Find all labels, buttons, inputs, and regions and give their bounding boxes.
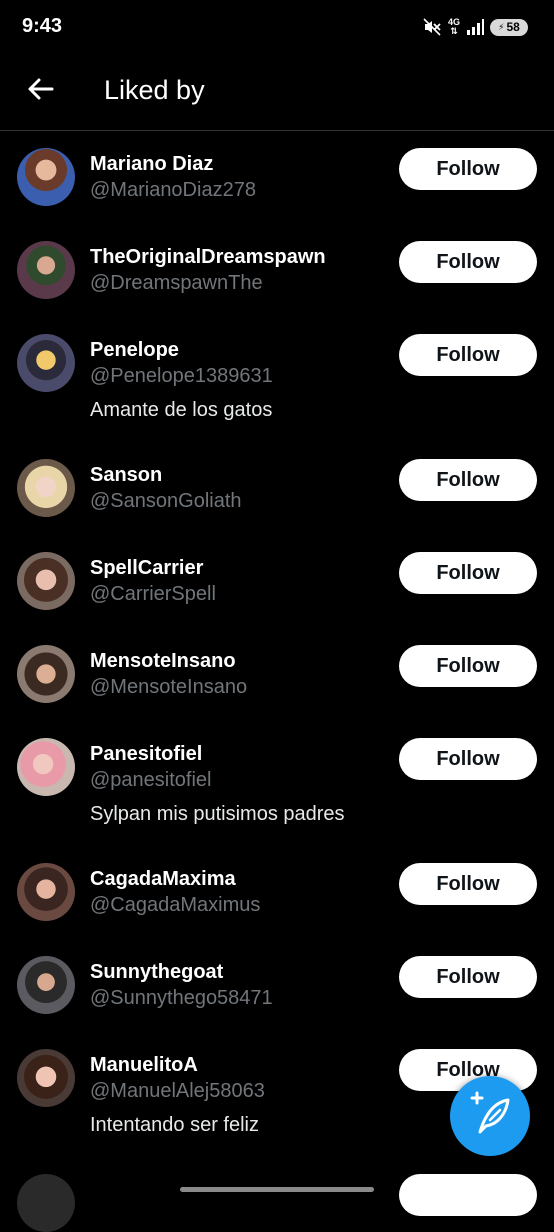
system-icons: 4G ⇅ ⚡ 58 bbox=[422, 14, 528, 40]
avatar[interactable] bbox=[17, 738, 75, 796]
avatar[interactable] bbox=[17, 1049, 75, 1107]
follow-button[interactable]: Follow bbox=[399, 863, 537, 905]
follow-button[interactable]: Follow bbox=[399, 334, 537, 376]
user-name[interactable]: Panesitofiel bbox=[90, 743, 202, 766]
follow-button[interactable]: Follow bbox=[399, 459, 537, 501]
compose-post-icon bbox=[470, 1091, 510, 1134]
user-name[interactable]: CagadaMaxima bbox=[90, 868, 236, 891]
compose-post-button[interactable] bbox=[450, 1076, 530, 1156]
avatar[interactable] bbox=[17, 241, 75, 299]
user-bio: Sylpan mis putisimos padres bbox=[90, 803, 345, 825]
user-name[interactable]: Sunnythegoat bbox=[90, 961, 223, 984]
arrow-left-icon[interactable] bbox=[24, 72, 58, 106]
user-handle: @SansonGoliath bbox=[90, 490, 242, 512]
user-name[interactable]: Penelope bbox=[90, 339, 179, 362]
follow-button[interactable]: Follow bbox=[399, 552, 537, 594]
top-app-bar: Liked by bbox=[0, 52, 554, 131]
user-handle: @panesitofiel bbox=[90, 769, 212, 791]
user-handle: @MarianoDiaz278 bbox=[90, 179, 256, 201]
avatar[interactable] bbox=[17, 956, 75, 1014]
follow-button[interactable]: Follow bbox=[399, 738, 537, 780]
avatar[interactable] bbox=[17, 863, 75, 921]
user-handle: @CagadaMaximus bbox=[90, 894, 261, 916]
follow-button[interactable]: Follow bbox=[399, 148, 537, 190]
user-name[interactable]: SpellCarrier bbox=[90, 557, 203, 580]
mute-icon bbox=[423, 18, 441, 36]
status-time: 9:43 bbox=[22, 15, 63, 37]
battery-level: 58 bbox=[506, 20, 520, 34]
user-name[interactable]: ManuelitoA bbox=[90, 1054, 198, 1077]
status-bar: 9:43 4G ⇅ ⚡ 58 bbox=[0, 0, 554, 52]
avatar[interactable] bbox=[17, 645, 75, 703]
avatar[interactable] bbox=[17, 334, 75, 392]
home-indicator[interactable] bbox=[180, 1187, 374, 1192]
user-handle: @ManuelAlej58063 bbox=[90, 1080, 265, 1102]
network-icon: 4G ⇅ bbox=[447, 17, 460, 36]
signal-icon bbox=[467, 19, 484, 35]
user-name[interactable]: MensoteInsano bbox=[90, 650, 236, 673]
user-handle: @Penelope1389631 bbox=[90, 365, 273, 387]
follow-button-partial[interactable] bbox=[399, 1174, 537, 1216]
follow-button[interactable]: Follow bbox=[399, 241, 537, 283]
user-name[interactable]: TheOriginalDreamspawn bbox=[90, 246, 326, 269]
user-handle: @CarrierSpell bbox=[90, 583, 216, 605]
avatar[interactable] bbox=[17, 1174, 75, 1232]
battery-icon: ⚡ 58 bbox=[490, 18, 528, 36]
avatar[interactable] bbox=[17, 552, 75, 610]
user-name[interactable]: Sanson bbox=[90, 464, 162, 487]
user-name[interactable]: Mariano Diaz bbox=[90, 153, 213, 176]
follow-button[interactable]: Follow bbox=[399, 645, 537, 687]
follow-button[interactable]: Follow bbox=[399, 956, 537, 998]
user-handle: @Sunnythego58471 bbox=[90, 987, 273, 1009]
user-handle: @MensoteInsano bbox=[90, 676, 248, 698]
avatar[interactable] bbox=[17, 148, 75, 206]
user-bio: Intentando ser feliz bbox=[90, 1114, 259, 1136]
page-title: Liked by bbox=[104, 75, 205, 105]
user-bio: Amante de los gatos bbox=[90, 399, 273, 421]
user-handle: @DreamspawnThe bbox=[90, 272, 263, 294]
avatar[interactable] bbox=[17, 459, 75, 517]
